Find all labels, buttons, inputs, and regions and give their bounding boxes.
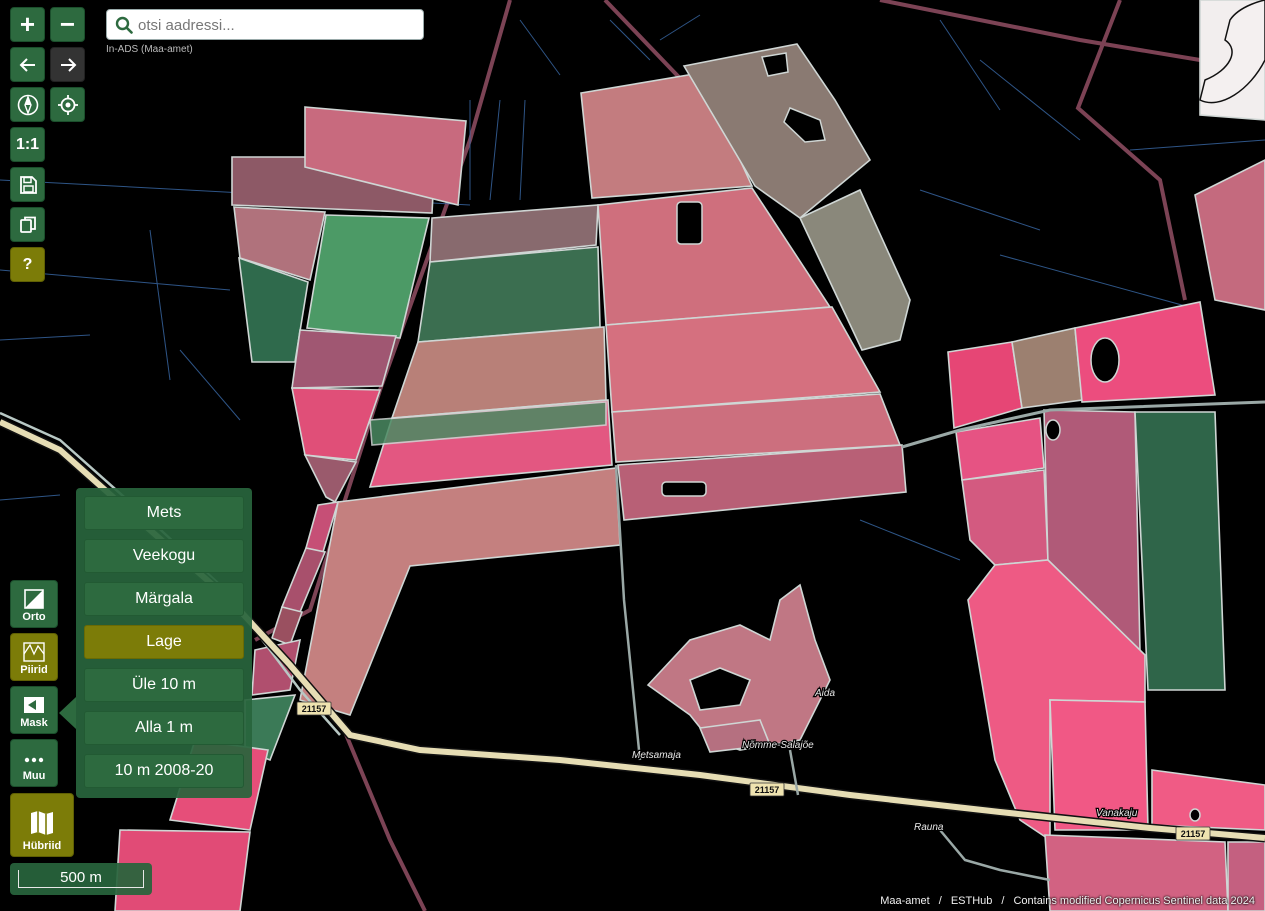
layer-label: Orto	[22, 611, 46, 623]
scale-label: 500 m	[18, 870, 144, 888]
floppy-disk-icon	[19, 175, 37, 194]
layer-label: Hübriid	[22, 840, 62, 852]
place-label: Metsamaja	[632, 750, 681, 761]
mask-option-margala[interactable]: Märgala	[84, 582, 244, 616]
search-box	[106, 9, 424, 40]
ortho-icon	[24, 589, 44, 609]
arrow-left-icon	[19, 57, 35, 72]
help-icon: ?	[22, 255, 33, 273]
plus-icon: +	[19, 9, 36, 39]
attribution: Maa-amet / ESTHub / Contains modified Copern…	[880, 895, 1255, 907]
mask-icon	[24, 697, 44, 713]
copy-icon	[19, 216, 36, 233]
layer-orto-button[interactable]: Orto	[10, 580, 58, 628]
boundaries-icon	[23, 642, 45, 662]
arrow-right-icon	[60, 57, 76, 72]
place-label: Aida	[814, 688, 835, 699]
zoom-in-button[interactable]: +	[10, 7, 45, 42]
road-number-shield: 21157	[1175, 826, 1211, 841]
layer-mask-button[interactable]: Mask	[10, 686, 58, 734]
place-label: Vanakaju	[1096, 808, 1138, 819]
search-source-label: In-ADS (Maa-amet)	[106, 44, 193, 55]
road-number-shield: 21157	[296, 701, 332, 716]
panel-pointer	[59, 697, 76, 729]
scale-reset-button[interactable]: 1:1	[10, 127, 45, 162]
compass-button[interactable]	[10, 87, 45, 122]
place-label: Nõmme-Salajõe	[742, 740, 814, 751]
attribution-link[interactable]: Maa-amet	[880, 895, 930, 907]
more-icon	[24, 757, 44, 763]
svg-text:21157: 21157	[755, 785, 780, 795]
scale-reset-label: 1:1	[15, 135, 40, 153]
map-icon	[31, 811, 53, 835]
search-icon	[115, 16, 133, 34]
scale-bar: 500 m	[10, 863, 152, 895]
mask-option-ule-10m[interactable]: Üle 10 m	[84, 668, 244, 702]
mask-option-veekogu[interactable]: Veekogu	[84, 539, 244, 573]
layer-label: Mask	[20, 717, 48, 729]
zoom-out-button[interactable]: −	[50, 7, 85, 42]
layer-label: Muu	[22, 770, 46, 782]
mask-option-lage[interactable]: Lage	[84, 625, 244, 659]
svg-text:21157: 21157	[302, 704, 327, 714]
layer-hybriid-button[interactable]: Hübriid	[10, 793, 74, 857]
mask-option-alla-1m[interactable]: Alla 1 m	[84, 711, 244, 745]
attribution-text: Contains modified Copernicus Sentinel da…	[1013, 895, 1255, 907]
compass-icon	[17, 94, 38, 115]
mask-option-mets[interactable]: Mets	[84, 496, 244, 530]
help-button[interactable]: ?	[10, 247, 45, 282]
locate-button[interactable]	[50, 87, 85, 122]
layer-label: Piirid	[20, 664, 48, 676]
road-number-shield: 21157	[749, 782, 785, 797]
copy-button[interactable]	[10, 207, 45, 242]
forward-button[interactable]	[50, 47, 85, 82]
layer-piirid-button[interactable]: Piirid	[10, 633, 58, 681]
mask-option-10m-2008-20[interactable]: 10 m 2008-20	[84, 754, 244, 788]
search-input[interactable]	[138, 14, 418, 36]
attribution-link[interactable]: ESTHub	[951, 895, 993, 907]
mask-options-panel: Mets Veekogu Märgala Lage Üle 10 m Alla …	[76, 488, 252, 798]
layer-muu-button[interactable]: Muu	[10, 739, 58, 787]
minus-icon: −	[59, 9, 76, 39]
save-button[interactable]	[10, 167, 45, 202]
svg-text:21157: 21157	[1181, 829, 1206, 839]
locate-icon	[57, 94, 78, 115]
place-label: Rauna	[914, 822, 944, 833]
back-button[interactable]	[10, 47, 45, 82]
